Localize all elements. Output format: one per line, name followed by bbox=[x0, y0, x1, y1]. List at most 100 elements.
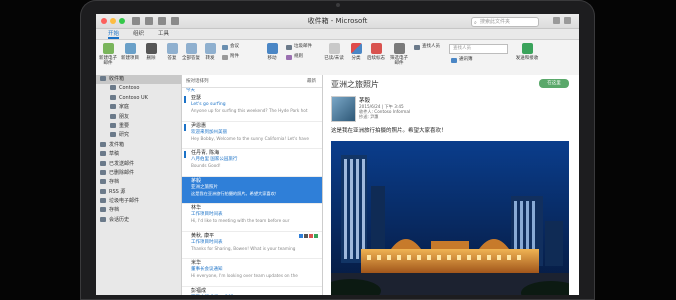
tab-home[interactable]: 开始 bbox=[108, 29, 120, 39]
meeting-button[interactable]: 会议 bbox=[222, 44, 239, 50]
sidebar-item[interactable]: 研究 bbox=[96, 131, 181, 140]
reading-cc: 抄送: 尹惠 bbox=[359, 114, 379, 119]
categorize-button[interactable]: 分类 bbox=[348, 40, 364, 61]
read-unread-button[interactable]: 已读/未读 bbox=[324, 40, 344, 61]
message-row[interactable]: 茅毅 亚洲之旅照片 这是我在亚洲旅行拍摄的照片。希望大家喜欢！ bbox=[182, 176, 322, 204]
message-row[interactable]: 彭福成下载文档 Office 365In preparation for gen… bbox=[182, 287, 322, 296]
tab-organize[interactable]: 组织 bbox=[133, 29, 144, 39]
message-row[interactable]: 亚瑟 Let's go surfing Anyone up for surfing … bbox=[182, 94, 322, 122]
sidebar-item[interactable]: 重要 bbox=[96, 122, 181, 131]
move-button[interactable]: 移动 bbox=[264, 40, 280, 61]
address-book-button[interactable]: 通讯簿 bbox=[451, 57, 473, 63]
sidebar-item-label: 研究 bbox=[119, 132, 130, 139]
reading-subject: 亚洲之旅照片 bbox=[331, 80, 379, 89]
sidebar-item[interactable]: 会话历史 bbox=[96, 216, 181, 225]
sidebar-item[interactable]: 存档 bbox=[96, 178, 181, 187]
sort-order-dropdown[interactable]: 最新 bbox=[307, 78, 316, 84]
reply-button[interactable]: 答复 bbox=[164, 40, 180, 61]
message-items: 亚瑟 Let's go surfing Anyone up for surfing … bbox=[182, 94, 322, 295]
sender-avatar bbox=[331, 96, 356, 122]
reply-all-button[interactable]: 全部答复 bbox=[182, 40, 200, 61]
sidebar-item[interactable]: 草稿 bbox=[96, 150, 181, 159]
follow-up-button[interactable]: 后续标志 bbox=[367, 40, 385, 61]
find-contact-button[interactable]: 查找人员 bbox=[414, 44, 440, 50]
message-preview: 这是我在亚洲旅行拍摄的照片。希望大家喜欢！ bbox=[191, 190, 279, 196]
ribbon: 新建电子邮件 新建项目 删除 答复 全部答复 转发 会议 附件 移动 垃圾邮件 … bbox=[96, 40, 579, 77]
flag-icon[interactable] bbox=[309, 233, 313, 238]
delete-button[interactable]: 删除 bbox=[143, 40, 159, 61]
attachment-label: 附件 bbox=[230, 54, 239, 59]
sidebar-item[interactable]: 存档 bbox=[96, 206, 181, 215]
tab-tools[interactable]: 工具 bbox=[158, 29, 169, 39]
message-row[interactable]: 尹恩惠 欢迎来到加州美丽 Hey Bobby, Welcome to the sun… bbox=[182, 122, 322, 149]
unread-indicator bbox=[184, 151, 186, 158]
folder-icon bbox=[110, 104, 116, 110]
folder-icon bbox=[100, 151, 106, 157]
main-area: 收件箱 Contoso Contoso UK 家庭 朋友 重要 研究发件箱 草稿 已发送邮件已删… bbox=[96, 75, 579, 295]
attached-photo[interactable] bbox=[331, 141, 569, 295]
folder-sidebar: 收件箱 Contoso Contoso UK 家庭 朋友 重要 研究发件箱 草稿 已发送邮件已删… bbox=[96, 75, 182, 295]
sidebar-item[interactable]: 垃圾电子邮件 bbox=[96, 197, 181, 206]
reading-action-button[interactable]: 在这里 bbox=[539, 79, 569, 88]
smiley-icon[interactable] bbox=[553, 17, 560, 24]
message-row[interactable]: 林华 工作项目时间表 Hi, I'd like to meeting with th… bbox=[182, 204, 322, 232]
unread-indicator bbox=[184, 123, 186, 131]
sidebar-item[interactable]: Contoso bbox=[96, 84, 181, 93]
sidebar-item[interactable]: Contoso UK bbox=[96, 94, 181, 103]
meeting-label: 会议 bbox=[230, 44, 239, 49]
message-preview: Hi, I'd like to meeting with the team be… bbox=[191, 218, 290, 223]
reply-arrow-icon[interactable] bbox=[304, 233, 308, 238]
follow-up-label: 后续标志 bbox=[367, 56, 385, 61]
category-icon[interactable] bbox=[314, 233, 318, 238]
categorize-label: 分类 bbox=[351, 56, 361, 61]
folder-icon bbox=[110, 85, 116, 91]
window-extra-icons bbox=[553, 17, 571, 24]
address-book-label: 通讯簿 bbox=[459, 57, 473, 62]
message-row[interactable]: 黄秋, 康平 工作项目时间表 Thanks for Sharing, Bowen! … bbox=[182, 232, 322, 259]
categorize-icon bbox=[350, 43, 362, 54]
expand-ribbon-icon[interactable] bbox=[564, 17, 571, 24]
message-sender: 任丹青, 陈海 bbox=[191, 150, 220, 156]
message-row[interactable]: 任丹青, 陈海 八月伯里 国家公园旅行 Bounds Good! bbox=[182, 149, 322, 177]
sidebar-item[interactable]: RSS 源 bbox=[96, 188, 181, 197]
sidebar-item-label: 存档 bbox=[109, 179, 120, 186]
message-list-header: 按对话排列 最新 bbox=[182, 75, 322, 88]
sidebar-item[interactable]: 已发送邮件 bbox=[96, 160, 181, 169]
sidebar-item[interactable]: 收件箱 bbox=[96, 75, 181, 85]
message-row[interactable]: 米华 董事长会议通知 Hi everyone, I'm looking over t… bbox=[182, 259, 322, 287]
delete-label: 删除 bbox=[146, 56, 156, 61]
search-folder-input[interactable]: ⌕ 搜索此文件夹 bbox=[471, 17, 539, 27]
address-book-icon bbox=[451, 57, 457, 63]
message-sender: 茅毅 bbox=[191, 177, 202, 184]
sidebar-item-label: 已发送邮件 bbox=[109, 160, 135, 167]
person-icon bbox=[414, 44, 420, 50]
forward-button[interactable]: 转发 bbox=[202, 40, 218, 61]
reply-all-label: 全部答复 bbox=[182, 56, 200, 61]
sidebar-item-label: 存档 bbox=[109, 207, 120, 214]
new-item-icon bbox=[124, 43, 136, 54]
reading-meta: 2015/6/24 | 下午 3:45 收件人: Contoso Informa… bbox=[359, 104, 410, 119]
new-item-label: 新建项目 bbox=[121, 56, 139, 61]
junk-button[interactable]: 垃圾邮件 bbox=[286, 44, 312, 50]
folder-icon bbox=[100, 141, 106, 147]
rules-label: 规则 bbox=[294, 54, 303, 59]
send-receive-button[interactable]: 发送和接收 bbox=[514, 40, 540, 61]
arrange-by-dropdown[interactable]: 按对话排列 bbox=[186, 78, 209, 84]
filter-email-button[interactable]: 筛选电子邮件 bbox=[389, 40, 409, 66]
new-email-button[interactable]: 新建电子邮件 bbox=[98, 40, 118, 66]
attachment-button[interactable]: 附件 bbox=[222, 54, 239, 60]
rules-button[interactable]: 规则 bbox=[286, 54, 303, 60]
sidebar-item-label: Contoso bbox=[119, 85, 140, 92]
reading-pane: 亚洲之旅照片 在这里 茅毅 2015/6/24 | 下午 3:45 收件人: C… bbox=[323, 75, 579, 295]
sidebar-item[interactable]: 家庭 bbox=[96, 103, 181, 112]
reading-body-text: 这是我在亚洲旅行拍摄的照片。希望大家喜欢！ bbox=[331, 128, 447, 134]
sidebar-item[interactable]: 发件箱 bbox=[96, 141, 181, 150]
reading-sender[interactable]: 茅毅 bbox=[359, 96, 370, 104]
new-item-button[interactable]: 新建项目 bbox=[120, 40, 140, 61]
paperclip-icon[interactable] bbox=[299, 233, 303, 238]
sidebar-item[interactable]: 朋友 bbox=[96, 113, 181, 122]
title-bar: 收件箱 - Microsoft ⌕ 搜索此文件夹 bbox=[96, 14, 579, 29]
sidebar-item[interactable]: 已删除邮件 bbox=[96, 169, 181, 178]
new-email-icon bbox=[102, 43, 114, 54]
find-people-input[interactable]: 查找人员 bbox=[449, 44, 508, 54]
